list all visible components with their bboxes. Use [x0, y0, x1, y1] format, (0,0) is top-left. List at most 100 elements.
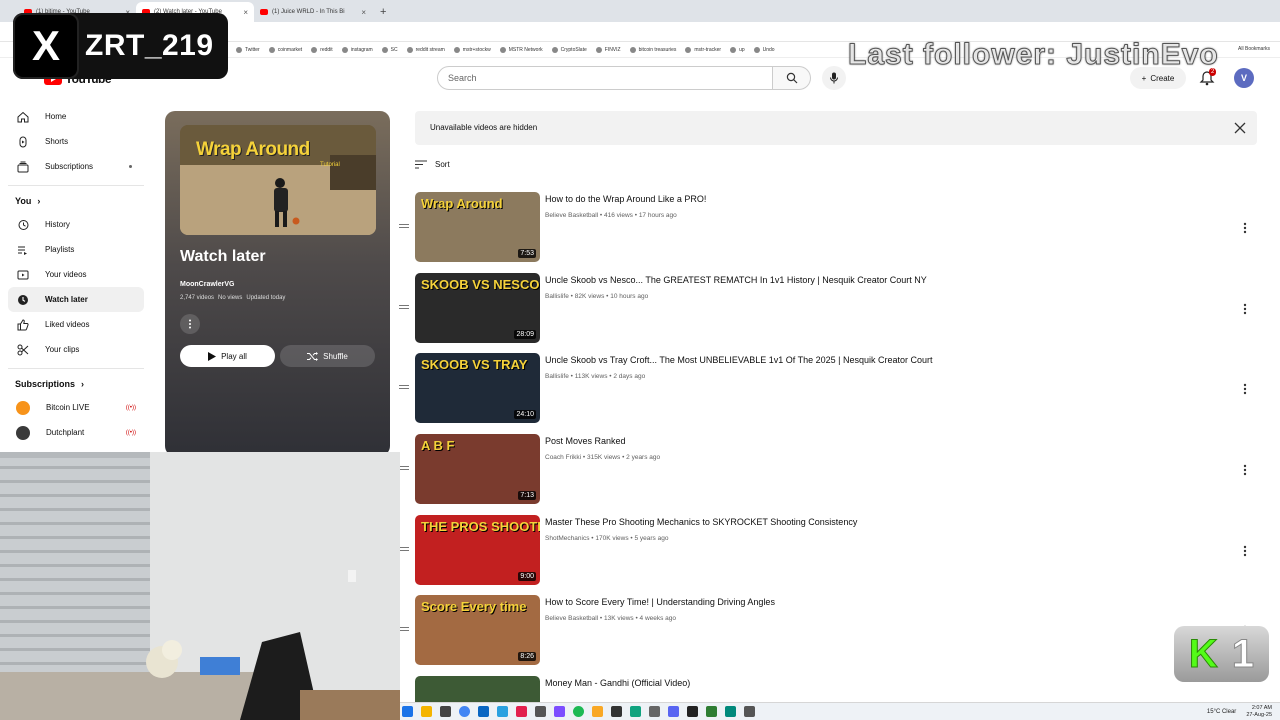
video-row[interactable]: SKOOB VS NESCO 28:09 Uncle Skoob vs Nesco.…	[397, 273, 1257, 345]
weather-text[interactable]: 15°C Clear	[1207, 709, 1236, 715]
file-explorer-icon[interactable]	[421, 706, 432, 717]
sidebar-item-liked-videos[interactable]: Liked videos	[8, 312, 144, 337]
chatgpt-icon[interactable]	[630, 706, 641, 717]
video-title[interactable]: Master These Pro Shooting Mechanics to S…	[545, 517, 857, 527]
sidebar-item-your-clips[interactable]: Your clips	[8, 337, 144, 362]
bookmark[interactable]: mstr-tracker	[685, 46, 721, 53]
drag-handle-icon[interactable]	[399, 547, 409, 553]
new-tab-button[interactable]: +	[372, 6, 394, 22]
browser-tab[interactable]: (1) Juice WRLD - In This Bi ×	[254, 2, 372, 22]
app-icon[interactable]	[687, 706, 698, 717]
bookmark[interactable]: bitcoin treasuries	[629, 46, 676, 53]
you-section-header[interactable]: You ›	[8, 186, 144, 212]
discord-icon[interactable]	[668, 706, 679, 717]
app-icon[interactable]	[744, 706, 755, 717]
playlist-thumbnail[interactable]: Wrap Around Tutorial	[180, 125, 376, 235]
video-row[interactable]: A B F 7:13 Post Moves Ranked Coach Frikki •…	[397, 434, 1257, 506]
avatar[interactable]: V	[1234, 68, 1254, 88]
sidebar-item-shorts[interactable]: Shorts	[8, 129, 144, 154]
bookmark[interactable]: mstr+stockw	[453, 46, 491, 53]
video-row[interactable]: Score Every time 8:26 How to Score Every T…	[397, 595, 1257, 667]
vertical-dots-icon[interactable]	[1242, 303, 1248, 315]
telegram-icon[interactable]	[497, 706, 508, 717]
video-title[interactable]: How to Score Every Time! | Understanding…	[545, 597, 775, 607]
app-icon[interactable]	[706, 706, 717, 717]
bookmark[interactable]: reddit	[311, 46, 333, 53]
channel-name[interactable]: Believe Basketball	[545, 212, 598, 219]
app-icon[interactable]	[535, 706, 546, 717]
video-thumbnail[interactable]: Wrap Around 7:53	[415, 192, 540, 262]
bookmark[interactable]: Undo	[753, 46, 775, 53]
voice-search-button[interactable]	[822, 66, 846, 90]
bookmark[interactable]: instagram	[341, 46, 373, 53]
close-icon[interactable]	[1232, 120, 1248, 136]
bookmark[interactable]: SC	[381, 46, 398, 53]
bookmark[interactable]: Twitter	[236, 46, 260, 53]
vertical-dots-icon[interactable]	[1242, 464, 1248, 476]
bookmark[interactable]: up	[730, 46, 745, 53]
search-button[interactable]	[773, 66, 811, 90]
all-bookmarks[interactable]: All Bookmarks	[1238, 46, 1270, 52]
channel-name[interactable]: Coach Frikki	[545, 454, 581, 461]
spotify-icon[interactable]	[573, 706, 584, 717]
sidebar-item-playlists[interactable]: Playlists	[8, 237, 144, 262]
vertical-dots-icon[interactable]	[1242, 222, 1248, 234]
video-title[interactable]: Uncle Skoob vs Tray Croft... The Most UN…	[545, 355, 933, 365]
subscription-dutchplant[interactable]: Dutchplant ((•))	[8, 420, 144, 445]
terminal-icon[interactable]	[440, 706, 451, 717]
video-row[interactable]: SKOOB VS TRAY 24:10 Uncle Skoob vs Tray Cr…	[397, 353, 1257, 425]
sidebar-item-your-videos[interactable]: Your videos	[8, 262, 144, 287]
video-row[interactable]: Wrap Around 7:53 How to do the Wrap Around…	[397, 192, 1257, 264]
playlist-owner[interactable]: MoonCrawlerVG	[180, 281, 234, 288]
bookmark[interactable]: CryptoSlate	[551, 46, 587, 53]
video-thumbnail[interactable]: THE PROS SHOOTING SECRETS!!! 9:00	[415, 515, 540, 585]
subscription-bitcoin-live[interactable]: Bitcoin LIVE ((•))	[8, 395, 144, 420]
app-icon[interactable]	[478, 706, 489, 717]
video-row[interactable]: THE PROS SHOOTING SECRETS!!! 9:00 Master T…	[397, 515, 1257, 587]
clock[interactable]: 2:07 AM 27-Aug-25	[1246, 705, 1272, 719]
close-tab-icon[interactable]: ×	[361, 8, 366, 17]
sort-button[interactable]: Sort	[415, 160, 450, 169]
video-thumbnail[interactable]: SKOOB VS NESCO 28:09	[415, 273, 540, 343]
app-icon[interactable]	[725, 706, 736, 717]
search-input[interactable]: Search	[437, 66, 773, 90]
notion-icon[interactable]	[611, 706, 622, 717]
drag-handle-icon[interactable]	[399, 627, 409, 633]
drag-handle-icon[interactable]	[399, 385, 409, 391]
bookmark[interactable]: FINVIZ	[595, 46, 621, 53]
windows-start-icon[interactable]	[402, 706, 413, 717]
video-thumbnail[interactable]: A B F 7:13	[415, 434, 540, 504]
vertical-dots-icon[interactable]	[1242, 383, 1248, 395]
play-all-button[interactable]: Play all	[180, 345, 275, 367]
brave-icon[interactable]	[516, 706, 527, 717]
drag-handle-icon[interactable]	[399, 466, 409, 472]
video-title[interactable]: Uncle Skoob vs Nesco... The GREATEST REM…	[545, 275, 927, 285]
video-title[interactable]: How to do the Wrap Around Like a PRO!	[545, 194, 706, 204]
sidebar-item-watch-later[interactable]: Watch later	[8, 287, 144, 312]
video-thumbnail[interactable]: SKOOB VS TRAY 24:10	[415, 353, 540, 423]
app-icon[interactable]	[592, 706, 603, 717]
sidebar-item-subscriptions[interactable]: Subscriptions	[8, 154, 144, 179]
video-title[interactable]: Money Man - Gandhi (Official Video)	[545, 678, 690, 688]
video-title[interactable]: Post Moves Ranked	[545, 436, 626, 446]
video-thumbnail[interactable]: Score Every time 8:26	[415, 595, 540, 665]
subscriptions-section-header[interactable]: Subscriptions ›	[8, 369, 144, 395]
close-tab-icon[interactable]: ×	[243, 8, 248, 17]
bookmark[interactable]: coinmarket	[268, 46, 302, 53]
drag-handle-icon[interactable]	[399, 305, 409, 311]
more-options-button[interactable]	[180, 314, 200, 334]
bookmark[interactable]: MSTR Network	[499, 46, 543, 53]
messenger-icon[interactable]	[554, 706, 565, 717]
sidebar-item-history[interactable]: History	[8, 212, 144, 237]
vertical-dots-icon[interactable]	[1242, 545, 1248, 557]
sidebar-item-home[interactable]: Home	[8, 104, 144, 129]
shuffle-button[interactable]: Shuffle	[280, 345, 375, 367]
channel-name[interactable]: ShotMechanics	[545, 535, 589, 542]
chrome-icon[interactable]	[459, 706, 470, 717]
channel-name[interactable]: Ballislife	[545, 293, 569, 300]
channel-name[interactable]: Believe Basketball	[545, 615, 598, 622]
bookmark[interactable]: reddit stream	[406, 46, 445, 53]
app-icon[interactable]	[649, 706, 660, 717]
drag-handle-icon[interactable]	[399, 224, 409, 230]
channel-name[interactable]: Ballislife	[545, 373, 569, 380]
